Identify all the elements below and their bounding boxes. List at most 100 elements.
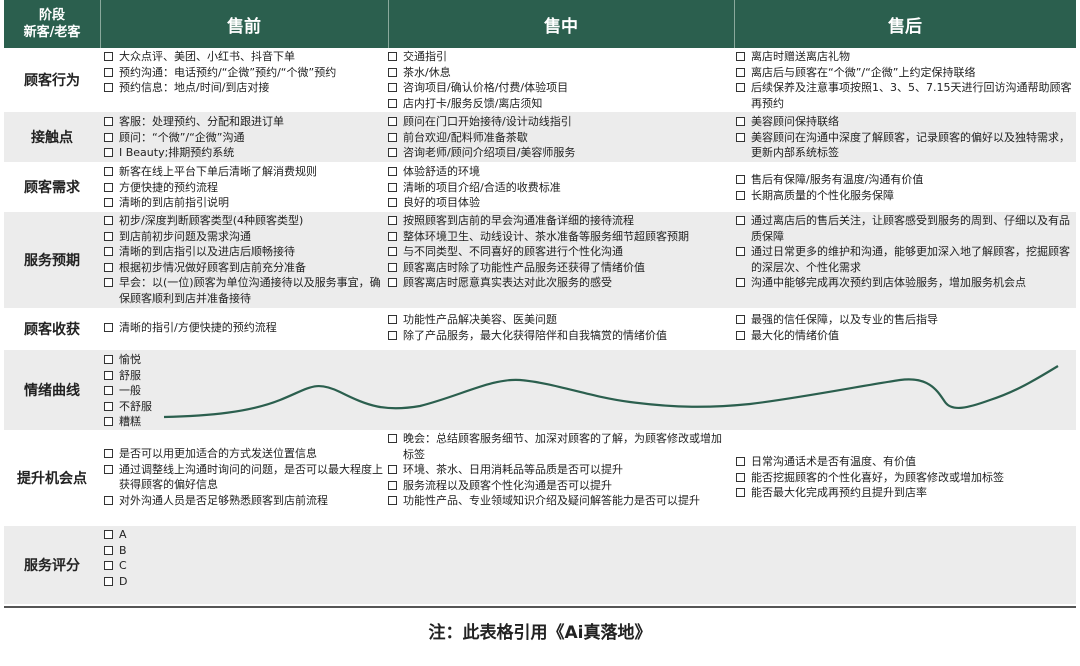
- col-needs-pre: 新客在线上平台下单后清晰了解消费规则方便快捷的预约流程 清晰的到店前指引说明: [104, 164, 386, 211]
- checklist-item-text: 顾客离店时除了功能性产品服务还获得了情绪价值: [403, 260, 645, 274]
- checklist-item: 沟通中能够完成再次预约到店体验服务，增加服务机会点: [736, 275, 1076, 291]
- checklist-item: I Beauty;排期预约系统: [104, 145, 386, 161]
- checklist-item: 前台欢迎/配料师准备茶歇: [388, 130, 732, 146]
- checkbox-square-icon: [104, 67, 113, 77]
- row-label-rating: 服务评分: [24, 558, 80, 574]
- checklist-item-text: 咨询项目/确认价格/付费/体验项目: [403, 81, 569, 94]
- checklist-item: 对外沟通人员是否足够熟悉顾客到店前流程: [104, 493, 386, 509]
- journey-table: 阶段 新客/老客 售前 售中 售后 顾客行为 大众点评、美团、小红书、抖音下单预…: [4, 0, 1076, 608]
- row-needs: 顾客需求 新客在线上平台下单后清晰了解消费规则 方便快捷的预约流程 清晰的到店前指引…: [4, 162, 1076, 212]
- checkbox-square-icon: [104, 117, 113, 126]
- row-label-behavior: 顾客行为: [24, 73, 80, 89]
- checklist-item: 顾问：“个微”/“企微”沟通: [104, 130, 386, 146]
- checklist-item: 整体环境卫生、动线设计、茶水准备等服务细节超顾客预期: [388, 229, 732, 245]
- checklist-item: 服务流程以及顾客个性化沟通是否可以提升: [388, 478, 732, 494]
- checklist-item-text: 对外沟通人员是否足够熟悉顾客到店前流程: [119, 493, 328, 507]
- checklist-item: 按照顾客到店前的早会沟通准备详细的接待流程: [388, 213, 732, 229]
- checklist-item-text: 清晰的项目介绍/合适的收费标准: [403, 180, 561, 194]
- rating-levels: ABCD: [104, 527, 304, 589]
- checkbox-square-icon: [104, 545, 113, 555]
- checklist-item: 能否挖掘顾客的个性化喜好，为顾客修改或增加标签: [736, 470, 1076, 486]
- checkbox-square-icon: [388, 182, 397, 192]
- checklist-item-text: 按照顾客到店前的早会沟通准备详细的接待流程: [403, 214, 634, 227]
- checklist-item-text: 与不同类型、不同喜好的顾客进行个性化沟通: [403, 245, 623, 258]
- col-gain-mid: 功能性产品解决美容、医美问题除了产品服务，最大化获得陪伴和自我犒赏的情绪价值: [388, 312, 732, 343]
- checklist-item-text: 环境、茶水、日用消耗品等品质是否可以提升: [403, 463, 623, 476]
- checkbox-square-icon: [104, 561, 113, 570]
- checklist-item: 最强的信任保障，以及专业的售后指导: [736, 312, 1076, 328]
- col-improve-mid: 晚会：总结顾客服务细节、加深对顾客的了解，为顾客修改或增加标签 环境、茶水、日用消…: [388, 431, 732, 509]
- checklist-item-text: 大众点评、美团、小红书、抖音下单: [119, 50, 295, 63]
- header-stage-line2: 新客/老客: [23, 25, 81, 40]
- checkbox-square-icon: [104, 449, 113, 458]
- checkbox-square-icon: [736, 132, 745, 142]
- checklist-item-text: 初步/深度判断顾客类型(4种顾客类型): [119, 214, 304, 227]
- checklist-item: A: [104, 527, 304, 543]
- checklist-item-text: 美容顾问保持联络: [751, 115, 839, 128]
- row-rating: 服务评分 ABCD: [4, 526, 1076, 604]
- checklist-item: 美容顾问保持联络: [736, 114, 1076, 130]
- checklist-item-text: 离店后与顾客在“个微”/“企微”上约定保持联络: [751, 65, 976, 79]
- checklist-item: 初步/深度判断顾客类型(4种顾客类型): [104, 213, 386, 229]
- checklist-item-text: 根据初步情况做好顾客到店前充分准备: [119, 260, 306, 274]
- checklist-item-text: 早会：以(一位)顾客为单位沟通接待以及服务事宜，确保顾客顺利到店并准备接待: [119, 276, 381, 305]
- checklist-item-text: 功能性产品、专业领域知识介绍及疑问解答能力是否可以提升: [403, 494, 700, 507]
- checklist-item-text: 到店前初步问题及需求沟通: [119, 229, 251, 243]
- header-stage-line1: 阶段: [38, 8, 65, 23]
- checklist-item: 离店后与顾客在“个微”/“企微”上约定保持联络: [736, 65, 1076, 81]
- row-label-improvement: 提升机会点: [17, 471, 87, 487]
- col-needs-mid: 体验舒适的环境 清晰的项目介绍/合适的收费标准 良好的项目体验: [388, 164, 732, 211]
- checkbox-square-icon: [104, 464, 113, 474]
- checkbox-square-icon: [104, 231, 113, 241]
- checklist-item: 离店时赠送离店礼物: [736, 49, 1076, 65]
- col-expect-mid: 按照顾客到店前的早会沟通准备详细的接待流程整体环境卫生、动线设计、茶水准备等服务…: [388, 213, 732, 291]
- checklist-item: 通过离店后的售后关注，让顾客感受到服务的周到、仔细以及有品质保障: [736, 213, 1076, 244]
- checkbox-square-icon: [388, 465, 397, 474]
- checklist-item: 新客在线上平台下单后清晰了解消费规则: [104, 164, 386, 180]
- checklist-item: 环境、茶水、日用消耗品等品质是否可以提升: [388, 462, 732, 478]
- checklist-item: 早会：以(一位)顾客为单位沟通接待以及服务事宜，确保顾客顺利到店并准备接待: [104, 275, 386, 306]
- col-improve-pre: 是否可以用更加适合的方式发送位置信息 通过调整线上沟通时询问的问题，是否可以最大程…: [104, 446, 386, 508]
- checkbox-square-icon: [388, 315, 397, 324]
- row-behavior: 顾客行为 大众点评、美团、小红书、抖音下单 预约沟通：电话预约/“企微”预约/“个…: [4, 48, 1076, 112]
- checkbox-square-icon: [388, 434, 397, 443]
- checklist-item: 功能性产品解决美容、医美问题: [388, 312, 732, 328]
- checkbox-square-icon: [104, 495, 113, 505]
- checklist-item-text: 最大化的情绪价值: [751, 328, 839, 342]
- checklist-item-text: A: [119, 528, 127, 541]
- row-improvement: 提升机会点 是否可以用更加适合的方式发送位置信息 通过调整线上沟通时询问的问题，是…: [4, 430, 1076, 526]
- checklist-item-text: 清晰的到店指引以及进店后顺畅接待: [119, 245, 295, 258]
- checklist-item-text: 除了产品服务，最大化获得陪伴和自我犒赏的情绪价值: [403, 328, 667, 342]
- col-gain-pre: 清晰的指引/方便快捷的预约流程: [104, 320, 386, 336]
- checkbox-square-icon: [388, 496, 397, 505]
- header-aftersale: 售后: [888, 16, 922, 37]
- checklist-item: 美容顾问在沟通中深度了解顾客，记录顾客的偏好以及独特需求，更新内部系统标签: [736, 130, 1076, 161]
- row-label-emotion: 情绪曲线: [24, 383, 80, 399]
- checklist-item: 店内打卡/服务反馈/离店须知: [388, 96, 732, 112]
- row-label-gain: 顾客收获: [24, 322, 80, 338]
- checklist-item: 通过日常更多的维护和沟通，能够更加深入地了解顾客，挖掘顾客的深层次、个性化需求: [736, 244, 1076, 275]
- checklist-item: 顾客离店时除了功能性产品服务还获得了情绪价值: [388, 260, 732, 276]
- table-header: 阶段 新客/老客 售前 售中 售后: [4, 0, 1076, 48]
- row-gain: 顾客收获 清晰的指引/方便快捷的预约流程 功能性产品解决美容、医美问题除了产品服…: [4, 308, 1076, 350]
- checkbox-square-icon: [104, 132, 113, 142]
- checklist-item-text: 后续保养及注意事项按照1、3、5、7.15天进行回访沟通帮助顾客再预约: [751, 81, 1072, 110]
- checkbox-square-icon: [736, 315, 745, 324]
- checklist-item-text: 通过日常更多的维护和沟通，能够更加深入地了解顾客，挖掘顾客的深层次、个性化需求: [751, 245, 1070, 274]
- header-presale: 售前: [227, 16, 261, 37]
- checkbox-square-icon: [388, 231, 397, 241]
- col-touch-post: 美容顾问保持联络美容顾问在沟通中深度了解顾客，记录顾客的偏好以及独特需求，更新内…: [736, 114, 1076, 161]
- row-label-expectation: 服务预期: [24, 253, 80, 269]
- checkbox-square-icon: [736, 190, 745, 200]
- col-behavior-pre: 大众点评、美团、小红书、抖音下单 预约沟通：电话预约/“企微”预约/“个微”预约预…: [104, 49, 386, 96]
- checklist-item-text: 清晰的到店前指引说明: [119, 196, 229, 209]
- checklist-item: 顾问在门口开始接待/设计动线指引: [388, 114, 732, 130]
- col-touch-pre: 客服：处理预约、分配和跟进订单 顾问：“个微”/“企微”沟通 I Beauty;排期…: [104, 114, 386, 161]
- checklist-item: 方便快捷的预约流程: [104, 180, 386, 196]
- checklist-item-text: 功能性产品解决美容、医美问题: [403, 313, 557, 326]
- checklist-item: 茶水/休息: [388, 65, 732, 81]
- checkbox-square-icon: [736, 67, 745, 77]
- checkbox-square-icon: [104, 198, 113, 207]
- checklist-item-text: 新客在线上平台下单后清晰了解消费规则: [119, 165, 317, 178]
- checklist-item: 体验舒适的环境: [388, 164, 732, 180]
